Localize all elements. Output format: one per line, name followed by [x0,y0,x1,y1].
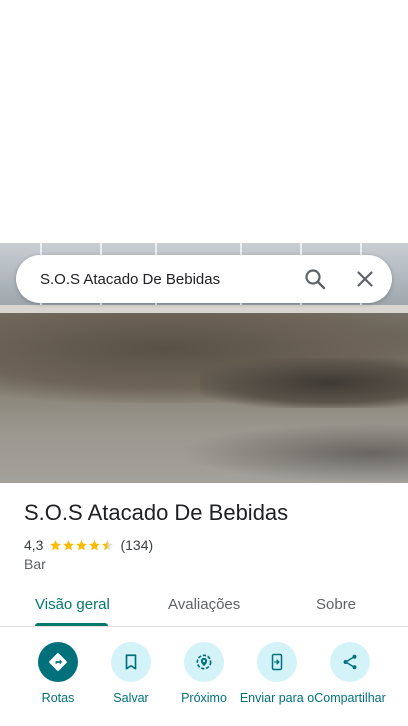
place-category: Bar [24,556,46,572]
nearby-icon [184,642,224,682]
blank-map-area [0,0,408,243]
share-icon [330,642,370,682]
star-icon [63,539,75,550]
place-title: S.O.S Atacado De Bebidas [24,500,289,525]
bookmark-icon [111,642,151,682]
review-count: (134) [120,537,154,553]
search-query[interactable]: S.O.S Atacado De Bebidas [40,271,392,288]
search-icon[interactable] [303,267,327,291]
send-to-phone-label: Enviar para o [239,691,315,705]
rating-value: 4,3 [24,537,44,553]
nearby-button[interactable]: Próximo [164,642,244,706]
directions-label: Rotas [41,691,75,705]
send-to-phone-button[interactable]: Enviar para o [237,642,317,706]
close-icon[interactable] [353,267,377,291]
star-half-icon [102,539,114,550]
star-icon [89,539,101,550]
tab-divider [0,626,408,627]
share-button[interactable]: Compartilhar [310,642,390,706]
directions-icon [38,642,78,682]
send-to-phone-icon [257,642,297,682]
nearby-label: Próximo [181,691,227,705]
directions-button[interactable]: Rotas [18,642,98,706]
tab-about[interactable]: Sobre [316,596,356,613]
rating-stars [49,539,114,552]
save-label: Salvar [113,691,149,705]
star-icon [50,539,62,550]
rating-row[interactable]: 4,3 (134) [24,536,153,554]
share-label: Compartilhar [314,691,386,705]
tab-overview[interactable]: Visão geral [35,596,110,613]
save-button[interactable]: Salvar [91,642,171,706]
tab-reviews[interactable]: Avaliações [168,596,240,613]
search-bar[interactable]: S.O.S Atacado De Bebidas [16,255,392,303]
star-icon [76,539,88,550]
